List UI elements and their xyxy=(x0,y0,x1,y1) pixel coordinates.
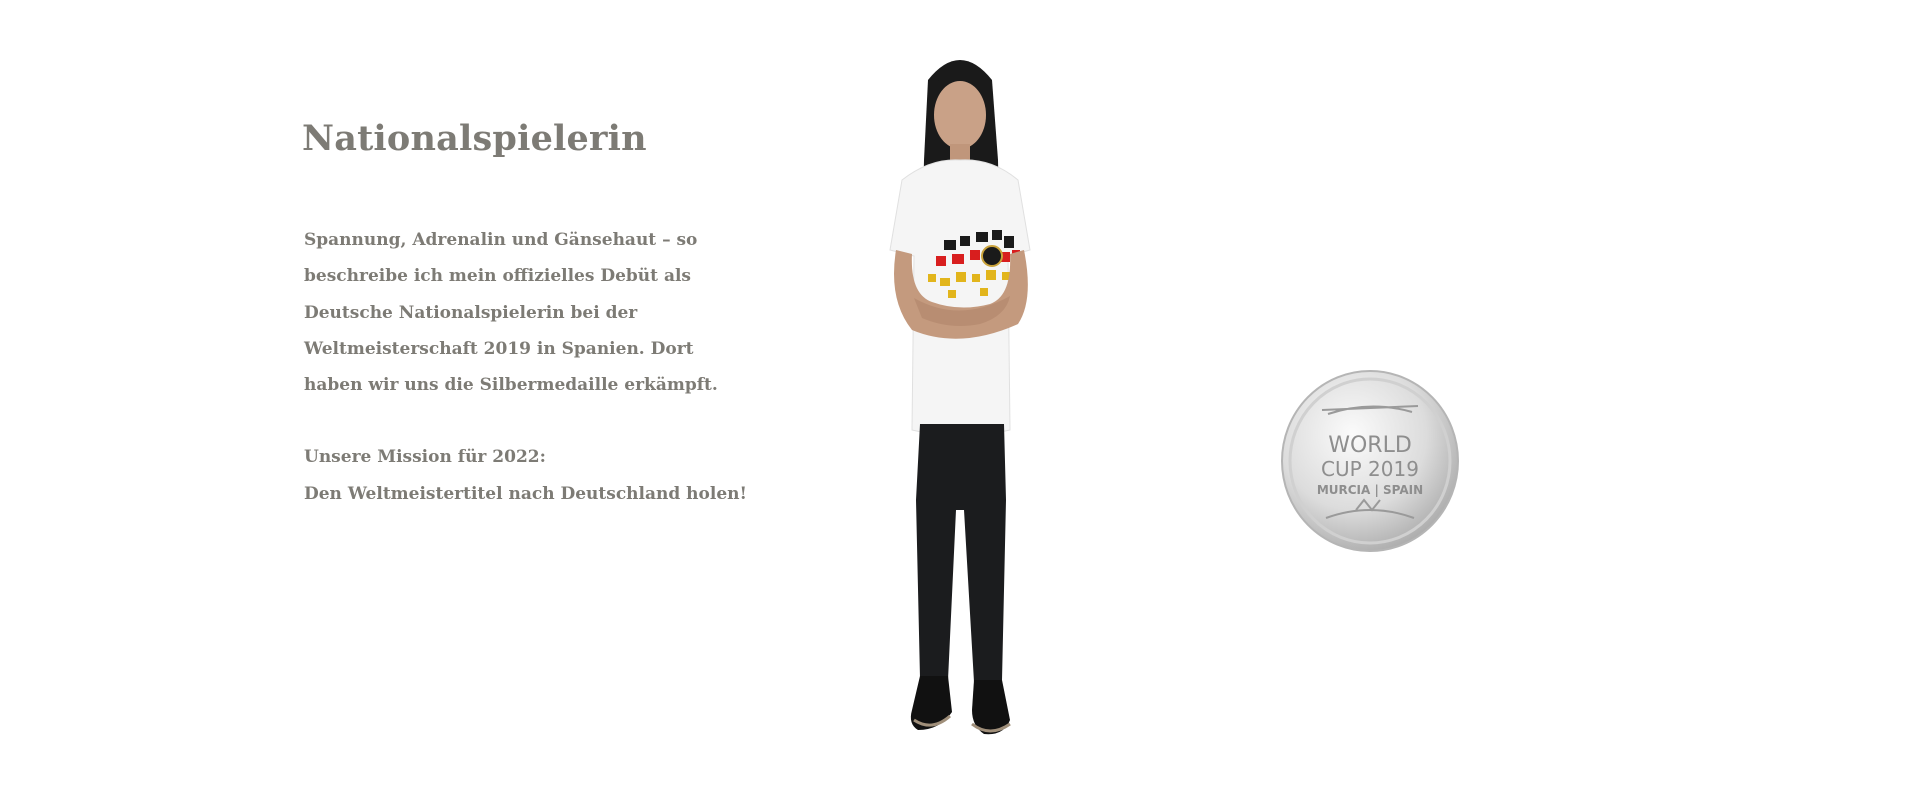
medal-line3: MURCIA | SPAIN xyxy=(1317,483,1423,497)
section-text: Spannung, Adrenalin und Gänsehaut – so b… xyxy=(304,222,764,512)
silver-medal-icon: WORLD CUP 2019 MURCIA | SPAIN xyxy=(1281,370,1459,552)
mission-paragraph: Unsere Mission für 2022: Den Weltmeister… xyxy=(304,447,747,504)
player-photo xyxy=(889,60,1031,735)
intro-paragraph: Spannung, Adrenalin und Gänsehaut – so b… xyxy=(304,230,718,396)
section-title: Nationalspielerin xyxy=(302,118,647,159)
medal-line1: WORLD xyxy=(1328,433,1412,458)
player-trousers xyxy=(916,424,1006,682)
player-face xyxy=(934,81,986,149)
page: Nationalspielerin Spannung, Adrenalin un… xyxy=(0,0,1920,800)
medal-line2: CUP 2019 xyxy=(1321,457,1419,481)
